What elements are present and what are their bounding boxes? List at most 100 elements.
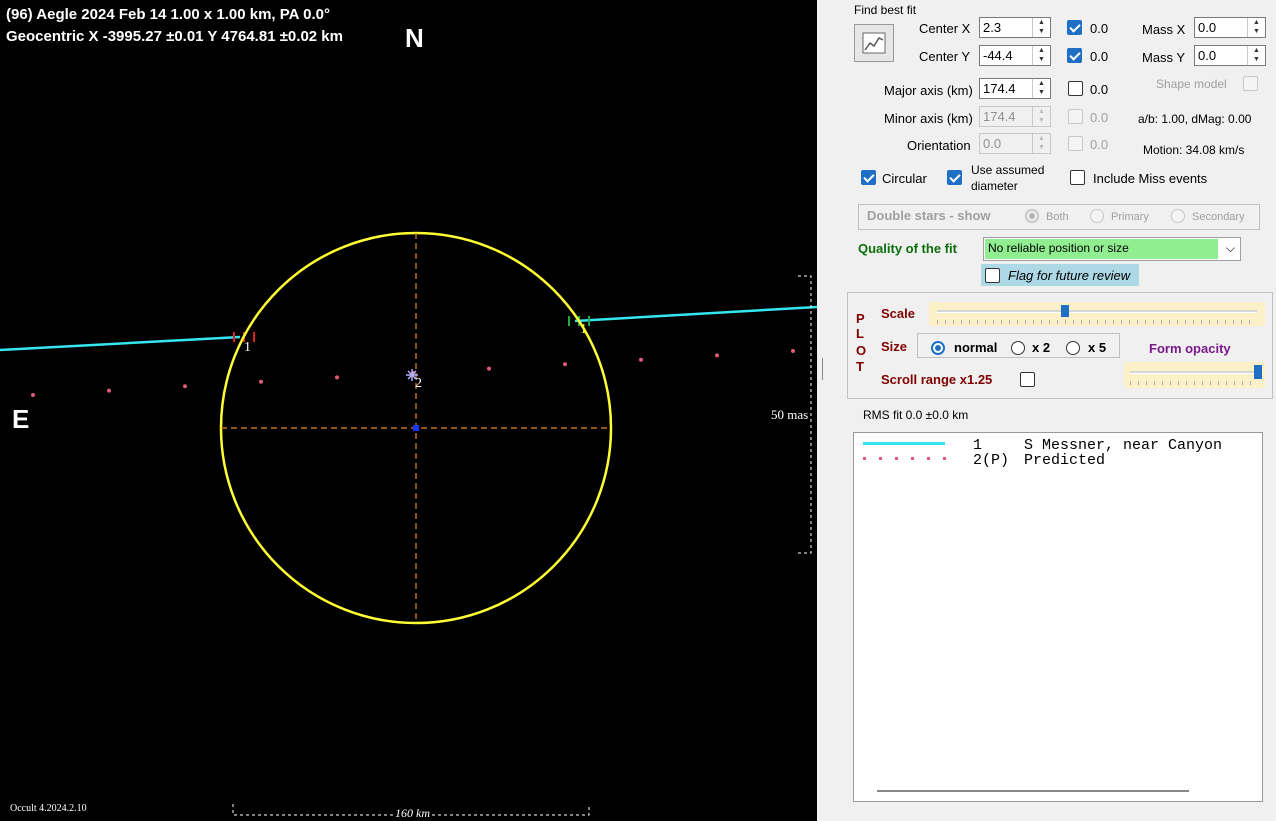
version-label: Occult 4.2024.2.10: [10, 803, 87, 814]
horizontal-scrollbar[interactable]: [877, 790, 1189, 792]
legend-text: Predicted: [1024, 452, 1106, 469]
predicted-dot: [791, 349, 795, 353]
predicted-dot: [715, 353, 719, 358]
control-panel: Find best fit Center X 2.3 ▲ ▼ 0.0 Mass X…: [818, 0, 1276, 821]
center-y-check-label: 0.0: [1090, 49, 1109, 64]
size-normal-radio[interactable]: [931, 341, 945, 355]
flag-review-checkbox[interactable]: [985, 268, 1000, 283]
minor-axis-label: Minor axis (km): [884, 111, 973, 126]
plot-letter-t: T: [856, 359, 864, 374]
plot-title-line2: Geocentric X -3995.27 ±0.01 Y 4764.81 ±0…: [6, 28, 343, 45]
spin-up-icon[interactable]: ▲: [1033, 79, 1050, 88]
minor-axis-input[interactable]: 174.4 ▲ ▼: [979, 106, 1051, 127]
size-x2-radio[interactable]: [1011, 341, 1025, 355]
chevron-down-icon: ⌵: [1225, 241, 1235, 255]
spin-down-icon[interactable]: ▼: [1248, 27, 1265, 36]
mass-y-label: Mass Y: [1142, 50, 1186, 65]
predicted-dot: [563, 362, 567, 367]
circular-checkbox[interactable]: [861, 170, 876, 185]
find-best-fit-title: Find best fit: [854, 3, 917, 17]
opacity-slider-thumb[interactable]: [1254, 365, 1262, 379]
include-miss-checkbox[interactable]: [1070, 170, 1085, 185]
orientation-label: Orientation: [907, 138, 971, 153]
scale-slider[interactable]: [929, 302, 1265, 326]
plot-canvas: [0, 231, 817, 816]
spin-up-icon[interactable]: ▲: [1033, 18, 1050, 27]
size-x2-label: x 2: [1032, 340, 1051, 355]
spin-up-icon[interactable]: ▲: [1033, 134, 1050, 143]
chord-line-right: [574, 305, 817, 323]
predicted-dot: [639, 357, 643, 362]
circular-label: Circular: [882, 171, 927, 186]
double-primary-radio[interactable]: [1090, 209, 1104, 223]
include-miss-label: Include Miss events: [1093, 171, 1208, 186]
motion-text: Motion: 34.08 km/s: [1143, 143, 1245, 157]
spin-down-icon[interactable]: ▼: [1033, 116, 1050, 125]
predicted-dot: [183, 384, 187, 389]
observer-legend-list[interactable]: 1 S Messner, near Canyon 2(P) Predicted: [853, 432, 1263, 802]
double-secondary-radio[interactable]: [1171, 209, 1185, 223]
orientation-input[interactable]: 0.0 ▲ ▼: [979, 133, 1051, 154]
predicted-label: 2: [415, 376, 422, 391]
major-axis-check-label: 0.0: [1090, 82, 1109, 97]
orientation-checkbox[interactable]: [1068, 136, 1083, 151]
spin-down-icon[interactable]: ▼: [1033, 27, 1050, 36]
spin-down-icon[interactable]: ▼: [1033, 88, 1050, 97]
predicted-dot: [259, 379, 263, 384]
ab-dmag-text: a/b: 1.00, dMag: 0.00: [1138, 112, 1252, 126]
mass-y-input[interactable]: 0.0 ▲ ▼: [1194, 45, 1266, 66]
occultation-plot[interactable]: (96) Aegle 2024 Feb 14 1.00 x 1.00 km, P…: [0, 0, 817, 821]
quality-value: No reliable position or size: [988, 241, 1129, 255]
minor-axis-checkbox[interactable]: [1068, 109, 1083, 124]
chord-label-left: 1: [244, 340, 251, 355]
scale-label: Scale: [881, 306, 915, 321]
scroll-range-checkbox[interactable]: [1020, 372, 1035, 387]
center-x-check-label: 0.0: [1090, 21, 1109, 36]
double-both-radio[interactable]: [1025, 209, 1039, 223]
spin-up-icon[interactable]: ▲: [1033, 107, 1050, 116]
size-label: Size: [881, 339, 908, 354]
use-assumed-label-line2: diameter: [971, 179, 1018, 193]
center-y-checkbox[interactable]: [1067, 48, 1082, 63]
center-x-label: Center X: [919, 21, 971, 36]
use-assumed-diameter-checkbox[interactable]: [947, 170, 962, 185]
size-x5-radio[interactable]: [1066, 341, 1080, 355]
spin-up-icon[interactable]: ▲: [1248, 18, 1265, 27]
shape-model-checkbox[interactable]: [1243, 76, 1258, 91]
shape-model-label: Shape model: [1156, 77, 1227, 91]
mas-scale-label: 50 mas: [771, 407, 809, 422]
scroll-range-label: Scroll range x1.25: [881, 372, 993, 387]
center-x-checkbox[interactable]: [1067, 20, 1082, 35]
spin-up-icon[interactable]: ▲: [1248, 46, 1265, 55]
center-x-input[interactable]: 2.3 ▲ ▼: [979, 17, 1051, 38]
mass-x-input[interactable]: 0.0 ▲ ▼: [1194, 17, 1266, 38]
km-scale-label: 160 km: [393, 806, 432, 821]
spin-up-icon[interactable]: ▲: [1033, 46, 1050, 55]
north-label: N: [405, 23, 424, 53]
major-axis-checkbox[interactable]: [1068, 81, 1083, 96]
find-best-fit-button[interactable]: [854, 24, 894, 62]
mass-x-label: Mass X: [1142, 22, 1186, 37]
scale-slider-thumb[interactable]: [1061, 305, 1069, 317]
rms-fit-text: RMS fit 0.0 ±0.0 km: [863, 408, 969, 422]
east-label: E: [12, 404, 30, 434]
major-axis-input[interactable]: 174.4 ▲ ▼: [979, 78, 1051, 99]
center-y-input[interactable]: -44.4 ▲ ▼: [979, 45, 1051, 66]
spin-down-icon[interactable]: ▼: [1248, 55, 1265, 64]
predicted-dot: [107, 388, 111, 393]
plot-letter-o: O: [856, 343, 867, 358]
size-normal-label: normal: [954, 340, 998, 355]
chord-label-right: 1: [580, 322, 587, 337]
quality-select[interactable]: No reliable position or size ⌵: [983, 237, 1241, 261]
predicted-dots-swatch: [863, 457, 947, 460]
predicted-dot: [487, 366, 491, 371]
quality-label: Quality of the fit: [858, 241, 957, 256]
minor-axis-check-label: 0.0: [1090, 110, 1109, 125]
splitter-handle[interactable]: [822, 358, 828, 380]
predicted-dot: [335, 375, 339, 380]
plot-title-line1: (96) Aegle 2024 Feb 14 1.00 x 1.00 km, P…: [6, 6, 330, 23]
spin-down-icon[interactable]: ▼: [1033, 55, 1050, 64]
opacity-slider[interactable]: [1124, 362, 1265, 388]
form-opacity-label: Form opacity: [1149, 341, 1231, 356]
spin-down-icon[interactable]: ▼: [1033, 143, 1050, 152]
